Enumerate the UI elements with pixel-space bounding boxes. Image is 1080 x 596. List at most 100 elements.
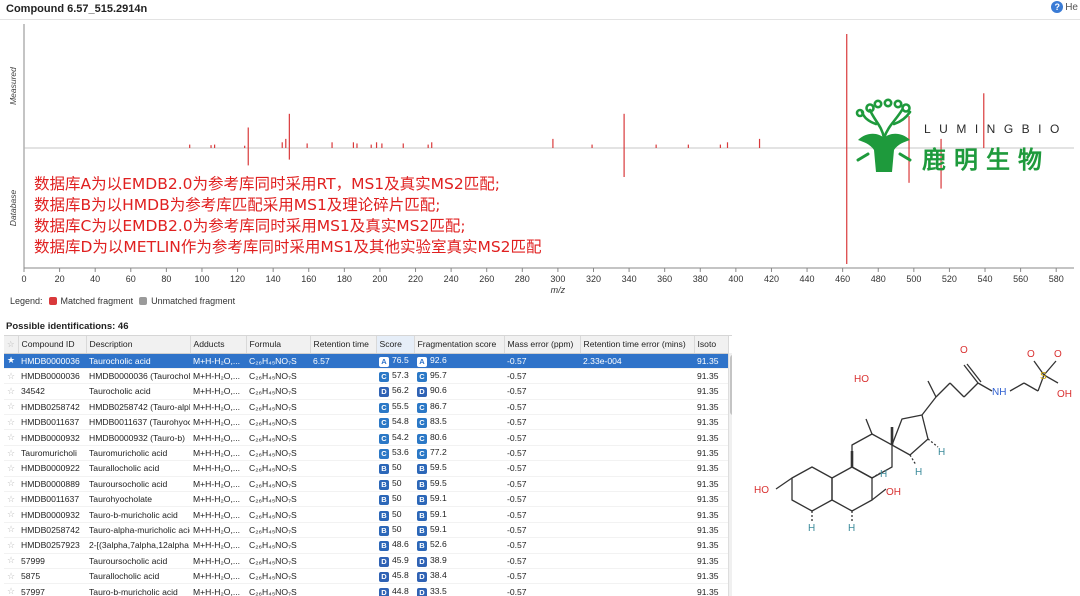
rank-badge: D	[417, 587, 427, 596]
col-header-retention-time[interactable]: Retention time	[310, 336, 377, 354]
rank-badge: B	[379, 479, 389, 490]
fragmentation-score-cell: D 38.9	[414, 553, 504, 569]
score-cell: D 56.2	[376, 383, 414, 400]
compound-id-cell: HMDB0011637	[18, 414, 86, 431]
adducts-cell: M+H-H₂O,...	[190, 399, 246, 416]
structure-label-s: S	[1040, 371, 1047, 382]
col-header-description[interactable]: Description	[86, 336, 191, 354]
score-value: 33.5	[430, 585, 447, 596]
adducts-cell: M+H-H₂O,...	[190, 383, 246, 400]
scrollbar-thumb[interactable]	[730, 355, 732, 415]
score-value: 50	[392, 493, 402, 504]
adducts-cell: M+H-H₂O,...	[190, 537, 246, 554]
favorite-star-icon[interactable]: ☆	[4, 537, 18, 554]
mass-error-cell: -0.57	[504, 522, 580, 539]
table-row[interactable]: ☆ HMDB0000932 Tauro-b-muricholic acid M+H-H…	[4, 506, 728, 523]
fragmentation-score-cell: B 59.1	[414, 522, 504, 539]
compound-id-cell: HMDB0258742	[18, 399, 86, 416]
x-tick-label: 0	[21, 274, 26, 284]
help-button[interactable]: ? He	[1051, 1, 1078, 13]
col-header-rt-error[interactable]: Retention time error (mins)	[580, 336, 695, 354]
favorite-star-icon[interactable]: ☆	[4, 568, 18, 585]
retention-time-cell	[310, 414, 376, 431]
favorite-star-icon[interactable]: ☆	[4, 383, 18, 400]
favorite-star-icon[interactable]: ☆	[4, 522, 18, 539]
table-row[interactable]: ☆HMDB0000036HMDB0000036 (Taurocholic aci…	[4, 368, 728, 385]
score-cell: D 45.9	[376, 553, 414, 569]
favorite-star-icon[interactable]: ☆	[4, 368, 18, 385]
table-scrollbar[interactable]	[728, 353, 732, 596]
mass-error-cell: -0.57	[504, 353, 580, 369]
table-row[interactable]: ☆ HMDB0257923 2-[(3alpha,7alpha,12alpha M+H…	[4, 537, 728, 554]
favorite-star-icon[interactable]: ☆	[4, 583, 18, 596]
table-row[interactable]: ☆ 5875 Taurallocholic acid M+H-H₂O,... C₂₆H₄…	[4, 568, 728, 585]
table-row[interactable]: ☆ HMDB0000889 Tauroursocholic acid M+H-H₂O,…	[4, 476, 728, 493]
x-tick-label: 160	[301, 274, 316, 284]
table-row[interactable]: ☆ 34542 Taurocholic acid M+H-H₂O,... C₂₆H₄₅N…	[4, 383, 728, 400]
description-cell: Taurocholic acid	[86, 383, 190, 400]
retention-time-cell	[310, 583, 376, 596]
table-row[interactable]: ☆ 57999 Tauroursocholic acid M+H-H₂O,... C₂₆…	[4, 553, 728, 569]
compound-id-cell: HMDB0000889	[18, 476, 86, 493]
score-value: 44.8	[392, 585, 409, 596]
lumingbio-logo: LUMINGBIO 鹿明生物	[848, 98, 1073, 178]
retention-time-cell	[310, 506, 376, 523]
table-row[interactable]: ☆HMDB0011637HMDB0011637 (Taurohyocholate…	[4, 414, 728, 431]
table-row[interactable]: ☆ Tauromuricholi Tauromuricholic acid M+H-H…	[4, 445, 728, 462]
table-row[interactable]: ★ HMDB0000036 Taurocholic acid M+H-H₂O,... C…	[4, 353, 728, 369]
structure-label-h: H	[880, 469, 887, 480]
score-value: 59.5	[430, 477, 447, 488]
identifications-title: Possible identifications: 46	[6, 321, 129, 332]
description-cell: 2-[(3alpha,7alpha,12alpha	[86, 537, 190, 554]
help-icon: ?	[1051, 1, 1064, 13]
favorite-star-icon[interactable]: ☆	[4, 445, 18, 462]
col-header-fragmentation-score[interactable]: Fragmentation score	[414, 336, 505, 354]
favorite-star-icon[interactable]: ☆	[4, 476, 18, 493]
table-row[interactable]: ☆ HMDB0258742 Tauro-alpha-muricholic acid M…	[4, 522, 728, 539]
isotope-cell: 91.35	[694, 429, 728, 446]
identifications-table[interactable]: ☆ Compound ID Description Adducts Formul…	[4, 335, 732, 596]
table-row[interactable]: ☆ 57997 Tauro-b-muricholic acid M+H-H₂O,...…	[4, 583, 728, 596]
score-cell: B 50	[376, 506, 414, 523]
table-row[interactable]: ☆ HMDB0000932 HMDB0000932 (Tauro-b) M+H-H₂O…	[4, 429, 728, 446]
logo-latin-text: LUMINGBIO	[924, 122, 1068, 136]
col-header-compound-id[interactable]: Compound ID	[18, 336, 87, 354]
x-tick-label: 540	[978, 274, 993, 284]
retention-time-cell	[310, 476, 376, 493]
rt-error-cell	[580, 583, 694, 596]
table-row[interactable]: ☆HMDB0258742HMDB0258742 (Tauro-alpha)M+H…	[4, 399, 728, 416]
favorite-star-icon[interactable]: ☆	[4, 553, 18, 569]
x-tick-label: 520	[942, 274, 957, 284]
retention-time-cell	[310, 491, 376, 508]
rank-badge: B	[379, 495, 389, 506]
col-header-adducts[interactable]: Adducts	[190, 336, 247, 354]
favorite-star-icon[interactable]: ☆	[4, 414, 18, 431]
favorite-star-icon[interactable]: ☆	[4, 460, 18, 477]
formula-cell: C₂₆H₄₅NO₇S	[246, 414, 310, 431]
table-row[interactable]: ☆ HMDB0000922 Taurallocholic acid M+H-H₂O,.…	[4, 460, 728, 477]
col-header-score[interactable]: Score	[376, 336, 415, 354]
favorite-star-icon[interactable]: ☆	[4, 491, 18, 508]
col-header-isotope[interactable]: Isoto	[694, 336, 729, 354]
adducts-cell: M+H-H₂O,...	[190, 476, 246, 493]
col-header-mass-error[interactable]: Mass error (ppm)	[504, 336, 581, 354]
x-tick-label: 380	[693, 274, 708, 284]
col-header-favorite[interactable]: ☆	[4, 336, 19, 354]
structure-label-oh: OH	[1057, 389, 1072, 400]
isotope-cell: 91.35	[694, 476, 728, 493]
favorite-star-icon[interactable]: ★	[4, 353, 18, 369]
mass-error-cell: -0.57	[504, 399, 580, 416]
mass-error-cell: -0.57	[504, 553, 580, 569]
score-value: 77.2	[430, 447, 447, 458]
favorite-star-icon[interactable]: ☆	[4, 399, 18, 416]
col-header-formula[interactable]: Formula	[246, 336, 311, 354]
x-tick-label: 500	[906, 274, 921, 284]
mass-error-cell: -0.57	[504, 537, 580, 554]
score-value: 50	[392, 523, 402, 534]
adducts-cell: M+H-H₂O,...	[190, 353, 246, 369]
table-row[interactable]: ☆ HMDB0011637 Taurohyocholate M+H-H₂O,... C₂…	[4, 491, 728, 508]
x-tick-label: 400	[728, 274, 743, 284]
rank-badge: B	[379, 541, 389, 552]
favorite-star-icon[interactable]: ☆	[4, 429, 18, 446]
favorite-star-icon[interactable]: ☆	[4, 506, 18, 523]
